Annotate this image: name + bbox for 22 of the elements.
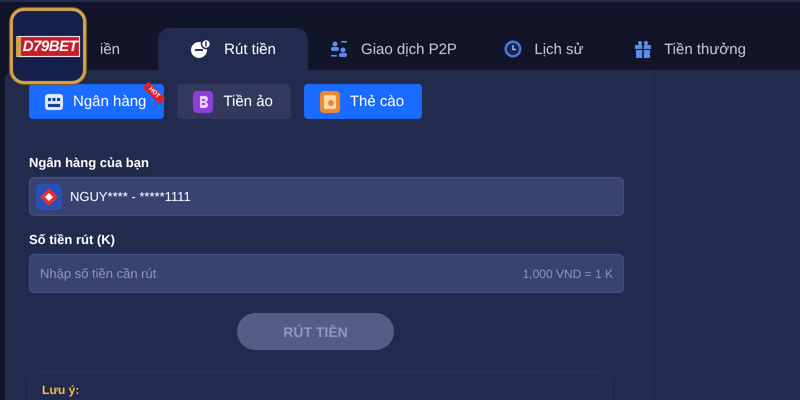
nav-tab[interactable]: Lịch sử — [478, 28, 610, 70]
field-label: Số tiền rút (K) — [29, 232, 115, 247]
note-title: Lưu ý: — [42, 383, 80, 397]
conversion-hint: 1,000 VND = 1 K — [522, 266, 613, 280]
bank-select[interactable]: NGUY**** - *****1111 — [29, 177, 624, 216]
wallet-minus-icon — [190, 39, 212, 59]
nav-tab[interactable]: Rút tiền — [158, 28, 308, 70]
bitcoin-icon — [193, 90, 214, 112]
logo[interactable]: D79BET — [10, 8, 86, 84]
nav-tab[interactable]: Tiền thưởng — [610, 28, 770, 70]
method-tab[interactable]: Tiền ảo — [177, 84, 291, 119]
clock-icon — [504, 40, 522, 58]
nav-tab[interactable]: Giao dịch P2P — [308, 28, 478, 70]
method-tab[interactable]: Thẻ cào — [304, 84, 422, 119]
people-icon — [329, 40, 350, 58]
bank-icon — [45, 94, 63, 110]
card-icon — [320, 90, 340, 112]
gift-icon — [634, 40, 652, 58]
field-label: Ngân hàng của bạn — [29, 155, 149, 170]
bank-logo-icon — [36, 184, 62, 210]
amount-input[interactable]: Nhập số tiền cần rút — [40, 266, 340, 281]
nav-tab[interactable]: iền — [100, 28, 158, 70]
